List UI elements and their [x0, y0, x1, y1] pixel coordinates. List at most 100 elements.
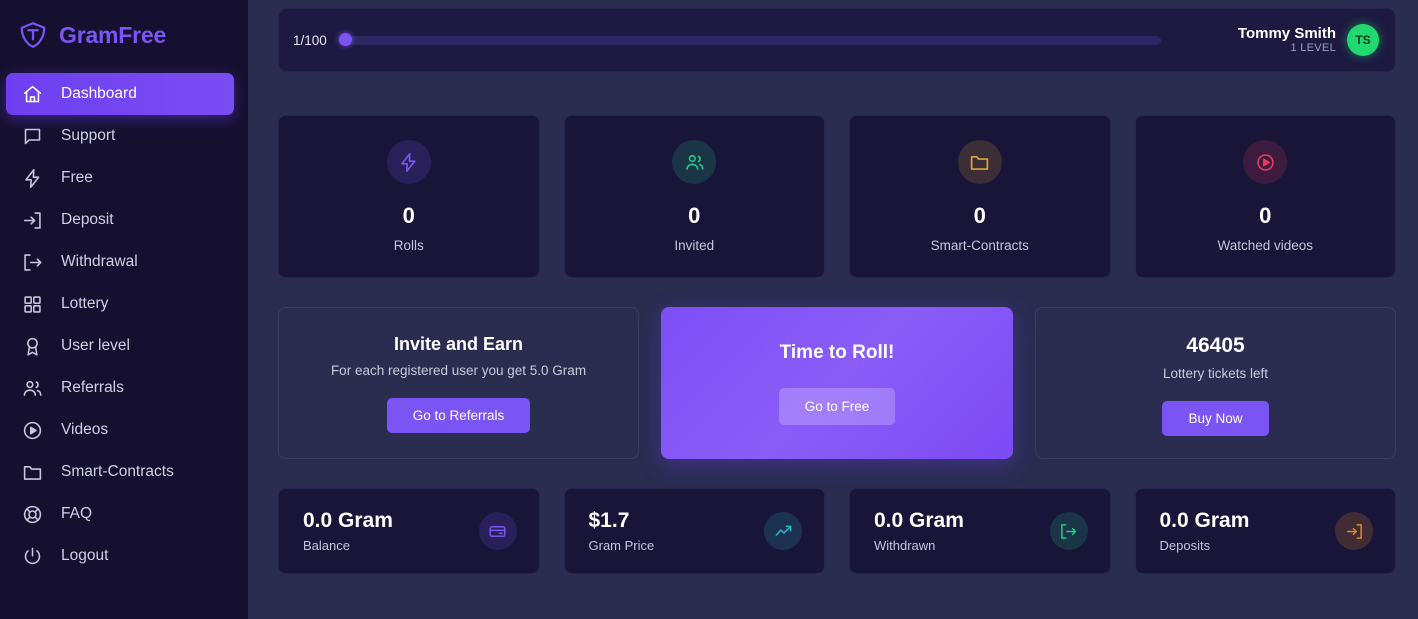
- balance-text: 0.0 Gram Deposits: [1160, 509, 1250, 553]
- stat-value: 0: [402, 203, 415, 228]
- balance-card-withdrawn[interactable]: 0.0 Gram Withdrawn: [849, 488, 1111, 574]
- sidebar: GramFree Dashboard Support Free Deposit: [0, 0, 248, 619]
- award-medal-icon: [22, 336, 43, 357]
- arrow-into-box-icon: [22, 210, 43, 231]
- balance-value: 0.0 Gram: [874, 509, 964, 532]
- user-block[interactable]: Tommy Smith 1 LEVEL TS: [1238, 24, 1379, 56]
- stats-row: 0 Rolls 0 Invited 0 Smart-Contracts 0 Wa…: [278, 115, 1396, 278]
- sidebar-item-label: Smart-Contracts: [61, 463, 174, 480]
- sidebar-item-videos[interactable]: Videos: [6, 409, 234, 451]
- stat-icon-wrap: [386, 140, 431, 184]
- grid-squares-icon: [22, 294, 43, 315]
- promo-title: Invite and Earn: [393, 334, 524, 354]
- folder-icon: [969, 152, 990, 173]
- balance-label: Withdrawn: [874, 538, 936, 553]
- xp-progress: 1/100: [293, 33, 1238, 48]
- sidebar-item-support[interactable]: Support: [6, 115, 234, 157]
- balance-card-balance[interactable]: 0.0 Gram Balance: [278, 488, 540, 574]
- balance-value: 0.0 Gram: [1159, 509, 1250, 532]
- stat-card-smart-contracts[interactable]: 0 Smart-Contracts: [849, 115, 1111, 278]
- balance-label: Balance: [303, 538, 350, 553]
- balance-card-gram-price[interactable]: $1.7 Gram Price: [563, 488, 825, 574]
- sidebar-item-label: Support: [61, 127, 116, 144]
- sidebar-item-label: Deposit: [61, 211, 114, 228]
- balance-label: Gram Price: [588, 538, 655, 553]
- go-to-referrals-button[interactable]: Go to Referrals: [386, 398, 531, 433]
- user-name: Tommy Smith: [1237, 25, 1336, 43]
- sidebar-item-label: Videos: [61, 421, 109, 438]
- stat-icon-wrap: [672, 140, 717, 184]
- sidebar-item-dashboard[interactable]: Dashboard: [6, 73, 234, 115]
- stat-card-rolls[interactable]: 0 Rolls: [278, 115, 540, 278]
- stat-card-watched-videos[interactable]: 0 Watched videos: [1134, 115, 1396, 278]
- avatar[interactable]: TS: [1347, 24, 1379, 56]
- lightning-bolt-icon: [22, 168, 43, 189]
- sidebar-item-label: User level: [61, 337, 130, 354]
- promo-card-invite-and-earn: Invite and Earn For each registered user…: [278, 307, 639, 459]
- xp-value-label: 1/100: [293, 32, 327, 48]
- balance-text: 0.0 Gram Withdrawn: [874, 509, 964, 553]
- balance-card-deposits[interactable]: 0.0 Gram Deposits: [1134, 488, 1396, 574]
- main-content: 1/100 Tommy Smith 1 LEVEL TS 0 Rolls 0 I…: [248, 0, 1418, 619]
- folder-icon: [22, 462, 43, 483]
- brand-name: GramFree: [59, 21, 167, 48]
- sidebar-item-free[interactable]: Free: [6, 157, 234, 199]
- user-meta: Tommy Smith 1 LEVEL: [1238, 25, 1336, 55]
- stat-icon-wrap: [1243, 140, 1288, 184]
- promo-subtitle: For each registered user you get 5.0 Gra…: [330, 363, 587, 378]
- play-circle-icon: [1255, 152, 1276, 173]
- sidebar-item-lottery[interactable]: Lottery: [6, 283, 234, 325]
- balance-icon-wrap: [478, 512, 517, 550]
- arrow-out-of-box-icon: [1059, 522, 1078, 541]
- users-icon: [22, 378, 43, 399]
- stat-label: Watched videos: [1217, 238, 1314, 253]
- brand[interactable]: GramFree: [0, 6, 248, 64]
- chat-bubble-icon: [22, 126, 43, 147]
- sidebar-item-label: Withdrawal: [61, 253, 138, 270]
- sidebar-item-withdrawal[interactable]: Withdrawal: [6, 241, 234, 283]
- trending-up-icon: [774, 522, 793, 541]
- balance-value: 0.0 Gram: [303, 509, 393, 532]
- sidebar-item-deposit[interactable]: Deposit: [6, 199, 234, 241]
- stat-label: Invited: [674, 238, 715, 253]
- buy-now-button[interactable]: Buy Now: [1162, 401, 1269, 436]
- xp-progress-track[interactable]: [338, 33, 1161, 46]
- xp-progress-knob: [338, 33, 352, 46]
- lightning-bolt-icon: [398, 152, 419, 173]
- sidebar-nav: Dashboard Support Free Deposit Withdrawa: [0, 73, 248, 577]
- sidebar-item-referrals[interactable]: Referrals: [6, 367, 234, 409]
- user-level-badge: 1 LEVEL: [1290, 42, 1336, 55]
- stat-icon-wrap: [957, 140, 1002, 184]
- balance-icon-wrap: [1335, 512, 1373, 550]
- promo-title: Time to Roll!: [779, 341, 895, 363]
- sidebar-item-logout[interactable]: Logout: [6, 535, 234, 577]
- arrow-into-box-icon: [1345, 522, 1364, 541]
- sidebar-item-user-level[interactable]: User level: [6, 325, 234, 367]
- stat-value: 0: [973, 203, 986, 228]
- users-icon: [684, 152, 705, 173]
- balance-icon-wrap: [1049, 512, 1088, 550]
- home-icon: [22, 84, 43, 105]
- stat-value: 0: [688, 203, 701, 228]
- wallet-icon: [488, 522, 507, 541]
- sidebar-item-label: Logout: [61, 547, 109, 564]
- stat-value: 0: [1259, 203, 1272, 228]
- sidebar-item-smart-contracts[interactable]: Smart-Contracts: [6, 451, 234, 493]
- stat-card-invited[interactable]: 0 Invited: [563, 115, 825, 278]
- promo-card-lottery: 46405 Lottery tickets left Buy Now: [1035, 307, 1396, 459]
- arrow-out-of-box-icon: [22, 252, 43, 273]
- lifebuoy-icon: [22, 504, 43, 525]
- sidebar-item-label: FAQ: [61, 505, 93, 522]
- sidebar-item-label: Lottery: [61, 295, 109, 312]
- balance-text: $1.7 Gram Price: [589, 509, 655, 553]
- stat-label: Rolls: [393, 238, 424, 253]
- promo-subtitle: Lottery tickets left: [1162, 366, 1269, 381]
- balance-icon-wrap: [764, 512, 802, 550]
- sidebar-item-faq[interactable]: FAQ: [6, 493, 234, 535]
- promo-card-time-to-roll: Time to Roll! Go to Free: [661, 307, 1013, 459]
- balance-row: 0.0 Gram Balance $1.7 Gram Price 0.0 Gra…: [278, 488, 1396, 574]
- lottery-tickets-count: 46405: [1186, 334, 1245, 357]
- play-circle-icon: [22, 420, 43, 441]
- sidebar-item-label: Referrals: [61, 379, 124, 396]
- go-to-free-button[interactable]: Go to Free: [778, 387, 896, 425]
